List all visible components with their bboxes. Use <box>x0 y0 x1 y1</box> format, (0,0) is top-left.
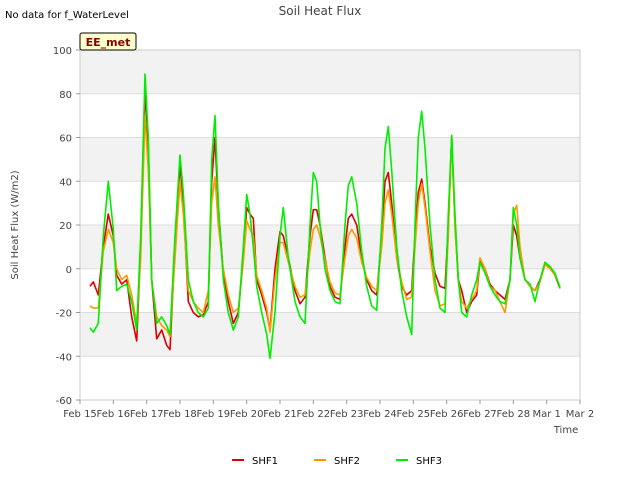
legend-label-shf1: SHF1 <box>252 456 278 467</box>
x-tick-label: Feb 25 <box>397 409 431 420</box>
plot-band <box>80 225 580 269</box>
x-axis-label: Time <box>553 425 578 436</box>
y-tick-label: 80 <box>59 90 72 101</box>
x-tick-label: Feb 18 <box>163 409 197 420</box>
plot-band <box>80 50 580 94</box>
x-tick-label: Feb 15 <box>63 409 97 420</box>
x-tick-label: Feb 20 <box>230 409 264 420</box>
x-tick-label: Feb 16 <box>97 409 131 420</box>
x-tick-label: Mar 2 <box>566 409 594 420</box>
y-tick-label: -60 <box>56 396 72 407</box>
x-tick-label: Feb 17 <box>130 409 164 420</box>
plot-band <box>80 137 580 182</box>
y-axis-label: Soil Heat Flux (W/m2) <box>10 170 21 279</box>
y-axis-ticks: -60 -40 -20 0 20 40 60 80 100 <box>53 46 80 407</box>
x-tick-label: Feb 26 <box>430 409 464 420</box>
legend: SHF1 SHF2 SHF3 <box>232 456 442 467</box>
chart-title: Soil Heat Flux <box>279 4 362 18</box>
y-tick-label: 100 <box>53 46 72 57</box>
y-tick-label: -20 <box>56 309 72 320</box>
y-tick-label: 0 <box>66 265 72 276</box>
station-badge-label: EE_met <box>86 36 131 49</box>
y-tick-label: -40 <box>56 352 72 363</box>
x-tick-label: Feb 22 <box>297 409 331 420</box>
x-tick-label: Feb 21 <box>263 409 297 420</box>
chart-svg: No data for f_WaterLevel Soil Heat Flux … <box>5 4 594 467</box>
status-note: No data for f_WaterLevel <box>5 10 129 21</box>
y-tick-label: 60 <box>59 134 72 145</box>
chart-root: No data for f_WaterLevel Soil Heat Flux … <box>0 0 640 480</box>
x-tick-label: Feb 27 <box>463 409 497 420</box>
legend-label-shf3: SHF3 <box>416 456 442 467</box>
legend-label-shf2: SHF2 <box>334 456 360 467</box>
x-axis-ticks: Feb 15 Feb 16 Feb 17 Feb 18 Feb 19 Feb 20 Feb … <box>63 400 594 420</box>
x-tick-label: Feb 19 <box>197 409 231 420</box>
x-tick-label: Feb 23 <box>330 409 364 420</box>
station-badge: EE_met <box>79 32 137 51</box>
y-tick-label: 20 <box>59 221 72 232</box>
x-tick-label: Mar 1 <box>532 409 560 420</box>
x-tick-label: Feb 24 <box>363 409 397 420</box>
y-tick-label: 40 <box>59 177 72 188</box>
x-tick-label: Feb 28 <box>497 409 531 420</box>
